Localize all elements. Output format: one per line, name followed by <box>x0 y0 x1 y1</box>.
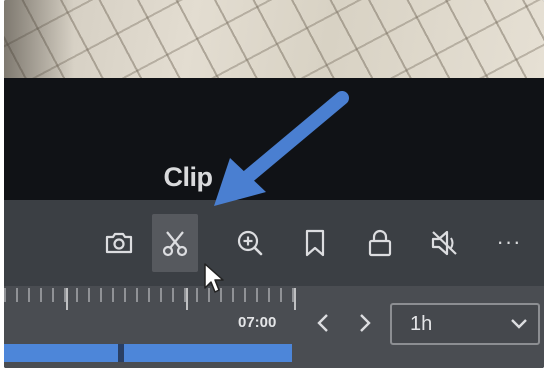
previous-button[interactable] <box>310 309 336 337</box>
speaker-mute-icon <box>431 230 457 256</box>
zoom-in-icon <box>237 230 263 256</box>
bookmark-button[interactable] <box>292 214 338 272</box>
zoom-button[interactable] <box>227 214 273 272</box>
recording-segment[interactable] <box>124 344 292 362</box>
timeline-ticks <box>4 288 296 302</box>
chevron-down-icon <box>511 319 527 329</box>
time-range-select[interactable]: 1h <box>390 303 540 345</box>
timeline-major-tick <box>294 288 296 310</box>
time-range-value: 1h <box>410 313 433 335</box>
scissors-icon <box>162 231 188 257</box>
timeline-major-tick <box>66 288 68 310</box>
recording-segment[interactable] <box>4 344 118 362</box>
snapshot-button[interactable] <box>96 214 142 272</box>
lock-icon <box>368 229 392 257</box>
chevron-left-icon <box>317 314 328 332</box>
video-feed[interactable] <box>4 0 544 78</box>
arrow-icon <box>214 91 349 206</box>
timeline-major-tick <box>186 288 188 310</box>
more-button[interactable]: ··· <box>494 231 524 253</box>
camera-icon <box>105 232 133 254</box>
lock-button[interactable] <box>357 214 403 272</box>
time-label: 07:00 <box>238 314 277 331</box>
mouse-cursor-icon <box>204 263 224 293</box>
clip-button[interactable] <box>152 214 198 272</box>
bookmark-icon <box>305 229 325 257</box>
chevron-right-icon <box>360 314 371 332</box>
next-button[interactable] <box>352 309 378 337</box>
audio-button[interactable] <box>422 214 468 272</box>
